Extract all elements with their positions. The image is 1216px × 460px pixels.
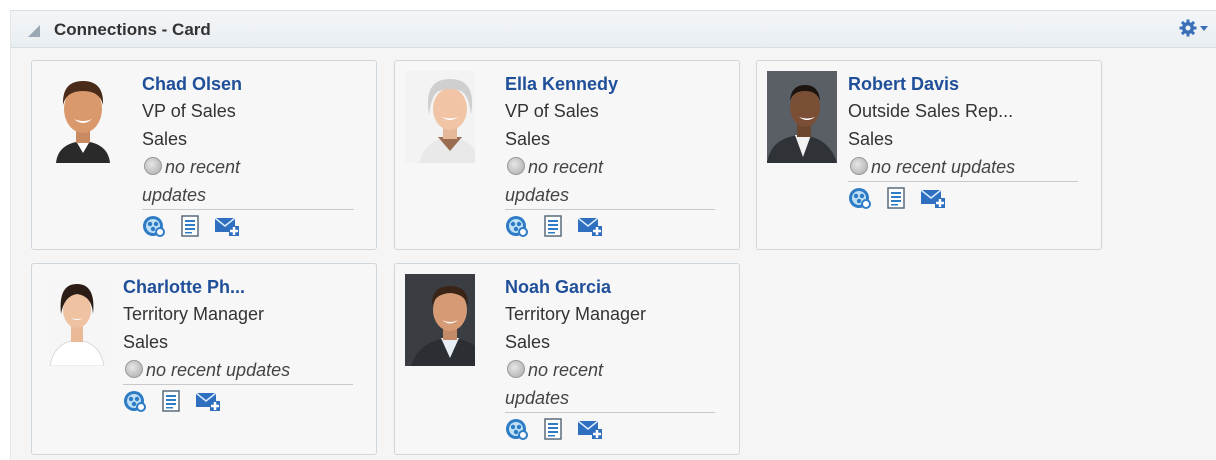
card-actions bbox=[142, 214, 354, 238]
contact-name[interactable]: Chad Olsen bbox=[142, 71, 354, 97]
connections-panel: Connections - Card Chad Olsen VP of Sale… bbox=[10, 10, 1216, 460]
contact-department: Sales bbox=[848, 129, 894, 149]
avatar[interactable] bbox=[48, 71, 118, 163]
card-actions bbox=[505, 417, 715, 441]
status-indicator-icon bbox=[507, 157, 525, 175]
connection-card: Robert Davis Outside Sales Rep... Sales … bbox=[756, 60, 1102, 250]
send-message-icon[interactable] bbox=[920, 186, 946, 210]
status-line-2: updates bbox=[505, 185, 570, 205]
status-line-2: updates bbox=[505, 388, 570, 408]
contact-title: Territory Manager bbox=[123, 304, 265, 324]
status-full: no recent updates bbox=[871, 157, 1016, 177]
status-text: no recent updates bbox=[123, 356, 353, 385]
connection-card: Chad Olsen VP of Sales Sales no recent up… bbox=[31, 60, 377, 250]
status-indicator-icon bbox=[144, 157, 162, 175]
status-full: no recent updates bbox=[146, 360, 291, 380]
contact-name[interactable]: Charlotte Ph... bbox=[123, 274, 353, 300]
profile-document-icon[interactable] bbox=[541, 417, 567, 441]
status-line-1: no recent bbox=[165, 157, 241, 177]
contact-name[interactable]: Ella Kennedy bbox=[505, 71, 715, 97]
contact-title: VP of Sales bbox=[142, 101, 236, 121]
status-text: no recent updates bbox=[848, 153, 1078, 182]
status-indicator-icon bbox=[125, 360, 143, 378]
avatar[interactable] bbox=[405, 71, 475, 163]
cards-area: Chad Olsen VP of Sales Sales no recent up… bbox=[11, 48, 1216, 460]
send-message-icon[interactable] bbox=[214, 214, 240, 238]
contact-title: Territory Manager bbox=[505, 304, 647, 324]
network-icon[interactable] bbox=[505, 214, 531, 238]
status-line-1: no recent bbox=[528, 157, 604, 177]
profile-document-icon[interactable] bbox=[159, 389, 185, 413]
contact-name[interactable]: Noah Garcia bbox=[505, 274, 715, 300]
avatar[interactable] bbox=[42, 274, 112, 366]
collapse-triangle-icon[interactable] bbox=[27, 24, 41, 43]
contact-title: VP of Sales bbox=[505, 101, 599, 121]
profile-document-icon[interactable] bbox=[178, 214, 204, 238]
status-indicator-icon bbox=[850, 157, 868, 175]
status-text: no recent updates bbox=[142, 153, 354, 210]
gear-menu-icon[interactable] bbox=[1179, 19, 1209, 37]
network-icon[interactable] bbox=[848, 186, 874, 210]
network-icon[interactable] bbox=[123, 389, 149, 413]
status-line-2: updates bbox=[142, 185, 207, 205]
card-actions bbox=[848, 186, 1078, 210]
connection-card: Charlotte Ph... Territory Manager Sales … bbox=[31, 263, 377, 455]
panel-title: Connections - Card bbox=[54, 20, 211, 39]
contact-name[interactable]: Robert Davis bbox=[848, 71, 1078, 97]
avatar[interactable] bbox=[767, 71, 837, 163]
send-message-icon[interactable] bbox=[577, 417, 603, 441]
network-icon[interactable] bbox=[142, 214, 168, 238]
card-actions bbox=[505, 214, 715, 238]
contact-department: Sales bbox=[505, 332, 551, 352]
panel-header: Connections - Card bbox=[11, 11, 1216, 48]
contact-department: Sales bbox=[123, 332, 169, 352]
connection-card: Ella Kennedy VP of Sales Sales no recent… bbox=[394, 60, 740, 250]
connection-card: Noah Garcia Territory Manager Sales no r… bbox=[394, 263, 740, 455]
status-line-1: no recent bbox=[528, 360, 604, 380]
send-message-icon[interactable] bbox=[195, 389, 221, 413]
profile-document-icon[interactable] bbox=[541, 214, 567, 238]
profile-document-icon[interactable] bbox=[884, 186, 910, 210]
card-actions bbox=[123, 389, 353, 413]
status-text: no recent updates bbox=[505, 356, 715, 413]
contact-department: Sales bbox=[505, 129, 551, 149]
contact-title: Outside Sales Rep... bbox=[848, 101, 1014, 121]
avatar[interactable] bbox=[405, 274, 475, 366]
send-message-icon[interactable] bbox=[577, 214, 603, 238]
status-text: no recent updates bbox=[505, 153, 715, 210]
network-icon[interactable] bbox=[505, 417, 531, 441]
status-indicator-icon bbox=[507, 360, 525, 378]
contact-department: Sales bbox=[142, 129, 188, 149]
